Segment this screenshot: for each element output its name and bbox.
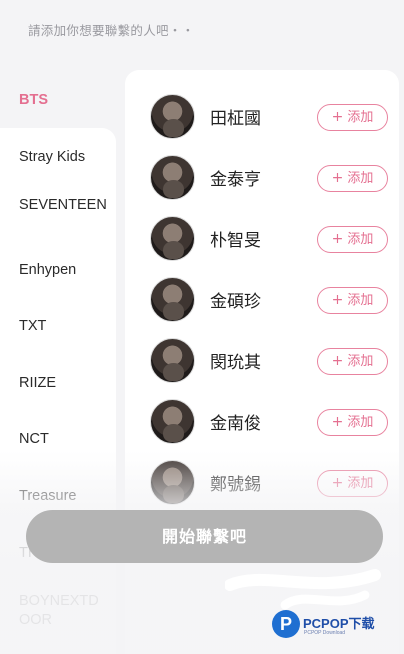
avatar: [150, 399, 195, 444]
add-button-label: 添加: [347, 415, 374, 430]
member-row: 金碩珍 + 添加: [150, 275, 390, 325]
sidebar-item-bts[interactable]: BTS: [0, 92, 116, 108]
member-name: 金碩珍: [210, 292, 261, 312]
member-name: 鄭號錫: [210, 475, 261, 495]
sidebar-item-nct[interactable]: NCT: [0, 431, 116, 447]
add-button[interactable]: + 添加: [317, 226, 388, 253]
member-row: 鄭號錫 + 添加: [150, 458, 390, 508]
avatar: [150, 460, 195, 505]
member-name: 朴智旻: [210, 231, 261, 251]
plus-icon: +: [331, 109, 344, 125]
add-button[interactable]: + 添加: [317, 165, 388, 192]
add-button-label: 添加: [347, 171, 374, 186]
add-button[interactable]: + 添加: [317, 470, 388, 497]
sidebar-item-riize[interactable]: RIIZE: [0, 375, 116, 391]
plus-icon: +: [331, 170, 344, 186]
add-button[interactable]: + 添加: [317, 104, 388, 131]
add-button-label: 添加: [347, 354, 374, 369]
plus-icon: +: [331, 292, 344, 308]
watermark-subtitle: PCPOP Download: [304, 630, 346, 636]
sidebar-item-seventeen[interactable]: SEVENTEEN: [0, 195, 110, 215]
watermark: P PCPOP下载 PCPOP Download: [272, 608, 400, 640]
start-contact-button[interactable]: 開始聯繫吧: [26, 510, 383, 563]
instruction-text: 請添加你想要聯繫的人吧・・: [28, 23, 195, 38]
pcpop-logo-icon: P: [272, 610, 300, 638]
avatar: [150, 155, 195, 200]
member-name: 田柾國: [210, 109, 261, 129]
member-row: 金泰亨 + 添加: [150, 153, 390, 203]
add-button-label: 添加: [347, 476, 374, 491]
sidebar-item-treasure[interactable]: Treasure: [0, 488, 116, 504]
member-row: 閔玧其 + 添加: [150, 336, 390, 386]
member-name: 閔玧其: [210, 353, 261, 373]
sidebar-item-txt[interactable]: TXT: [0, 318, 116, 334]
plus-icon: +: [331, 475, 344, 491]
add-button[interactable]: + 添加: [317, 287, 388, 314]
avatar: [150, 94, 195, 139]
sidebar-item-stray-kids[interactable]: Stray Kids: [0, 149, 116, 165]
add-button-label: 添加: [347, 110, 374, 125]
add-button-label: 添加: [347, 232, 374, 247]
add-button[interactable]: + 添加: [317, 409, 388, 436]
member-row: 金南俊 + 添加: [150, 397, 390, 447]
plus-icon: +: [331, 231, 344, 247]
add-button[interactable]: + 添加: [317, 348, 388, 375]
plus-icon: +: [331, 353, 344, 369]
avatar: [150, 338, 195, 383]
avatar: [150, 216, 195, 261]
plus-icon: +: [331, 414, 344, 430]
member-row: 田柾國 + 添加: [150, 92, 390, 142]
avatar: [150, 277, 195, 322]
add-button-label: 添加: [347, 293, 374, 308]
sidebar-item-boynextdoor[interactable]: BOYNEXTDOOR: [0, 592, 110, 630]
member-name: 金南俊: [210, 414, 261, 434]
sidebar-item-enhypen[interactable]: Enhypen: [0, 262, 116, 278]
member-row: 朴智旻 + 添加: [150, 214, 390, 264]
member-name: 金泰亨: [210, 170, 261, 190]
